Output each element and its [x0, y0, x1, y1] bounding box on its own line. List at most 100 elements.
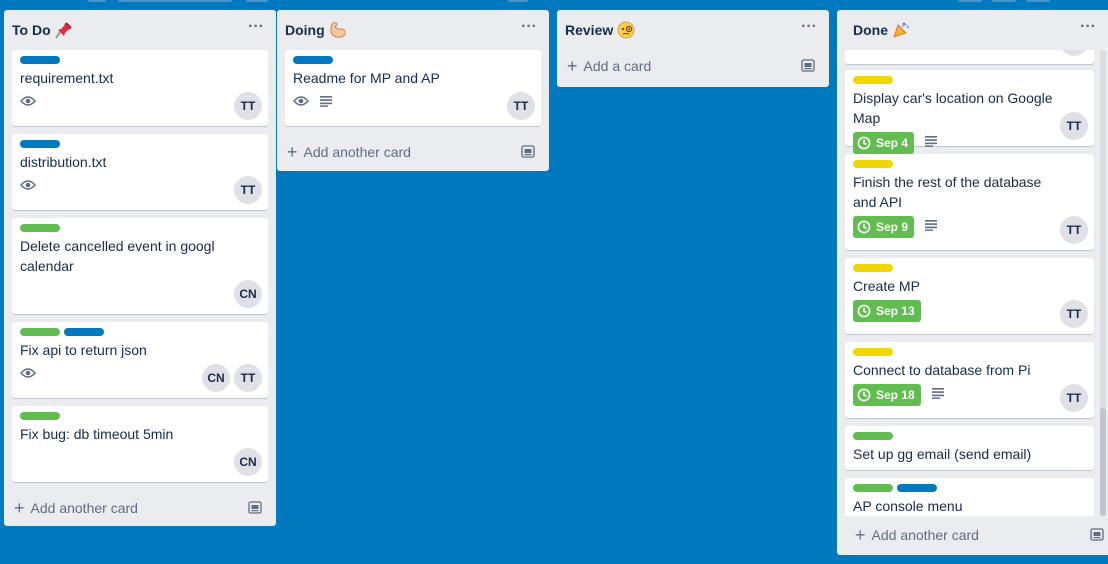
card-labels	[853, 348, 1086, 356]
label-yellow[interactable]	[853, 76, 893, 84]
description-icon	[924, 134, 938, 152]
avatar[interactable]: CN	[234, 280, 262, 308]
card[interactable]: Connect to database from Pi Sep 18 TT	[845, 342, 1094, 418]
card[interactable]: Fix bug: db timeout 5min CN	[12, 406, 268, 482]
card-title: Set up gg email (send email)	[853, 446, 1032, 462]
description-icon	[319, 94, 333, 112]
card-title: Finish the rest of the database and API	[853, 174, 1042, 210]
card-template-icon[interactable]	[248, 501, 262, 517]
avatar[interactable]: CN	[202, 364, 230, 392]
due-date-text: Sep 13	[876, 304, 915, 318]
clock-icon	[857, 304, 871, 318]
label-blue[interactable]	[897, 484, 937, 492]
card-list-scroll[interactable]: Display car's location on Google Map Sep…	[845, 50, 1094, 516]
list-done: Done ··· Display car's location on Googl…	[837, 10, 1108, 555]
card[interactable]: Fix api to return json CN TT	[12, 322, 268, 398]
label-blue[interactable]	[20, 56, 60, 64]
add-card-button[interactable]: + Add a card	[557, 50, 829, 82]
list-menu-button[interactable]: ···	[1080, 19, 1096, 35]
plus-icon: +	[855, 525, 866, 545]
list-title[interactable]: Doing	[285, 21, 347, 39]
list-menu-button[interactable]: ···	[248, 19, 264, 35]
list-title[interactable]: Done	[853, 21, 910, 39]
card[interactable]: requirement.txt TT	[12, 50, 268, 126]
avatar[interactable]: TT	[234, 92, 262, 120]
add-card-button[interactable]: + Add another card	[4, 490, 276, 526]
avatar[interactable]: TT	[1060, 300, 1088, 328]
card-template-icon[interactable]	[801, 59, 815, 75]
list-title-text: To Do	[12, 22, 51, 38]
card[interactable]: AP console menu	[845, 478, 1094, 516]
card-labels	[293, 56, 533, 64]
card-members: TT	[1060, 216, 1088, 244]
list-scrollbar[interactable]	[1100, 50, 1106, 516]
card-title: Create MP	[853, 278, 920, 294]
add-card-button[interactable]: + Add another card	[277, 134, 549, 170]
label-green[interactable]	[853, 484, 893, 492]
avatar[interactable]: TT	[1060, 216, 1088, 244]
eye-icon	[20, 94, 36, 112]
due-date-badge[interactable]: Sep 4	[853, 132, 915, 154]
list-menu-button[interactable]: ···	[521, 19, 537, 35]
add-card-label: Add another card	[871, 527, 979, 543]
scrollbar-thumb[interactable]	[1100, 408, 1106, 516]
label-green[interactable]	[20, 412, 60, 420]
card-labels	[20, 328, 260, 336]
label-blue[interactable]	[64, 328, 104, 336]
clock-icon	[857, 388, 871, 402]
card-badges	[20, 174, 260, 200]
label-yellow[interactable]	[853, 160, 893, 168]
card-badges	[20, 90, 260, 116]
card-badges: Sep 4	[853, 130, 1086, 156]
label-blue[interactable]	[293, 56, 333, 64]
card-members: TT	[507, 92, 535, 120]
avatar[interactable]: TT	[1060, 112, 1088, 140]
list-menu-button[interactable]: ···	[801, 19, 817, 35]
eye-icon	[20, 178, 36, 196]
due-date-badge[interactable]: Sep 18	[853, 384, 921, 406]
card[interactable]: Set up gg email (send email)	[845, 426, 1094, 470]
card[interactable]: Finish the rest of the database and API …	[845, 154, 1094, 250]
card-template-icon[interactable]	[521, 145, 535, 161]
list-title-text: Done	[853, 22, 888, 38]
card[interactable]: Delete cancelled event in googl calendar…	[12, 218, 268, 314]
avatar[interactable]: CN	[234, 448, 262, 476]
card-title: distribution.txt	[20, 154, 107, 170]
clock-icon	[857, 220, 871, 234]
due-date-text: Sep 9	[876, 220, 909, 234]
card-members: CN TT	[202, 364, 262, 392]
party-popper-icon	[892, 21, 910, 39]
card-members: TT	[234, 176, 262, 204]
label-green[interactable]	[20, 328, 60, 336]
label-blue[interactable]	[20, 140, 60, 148]
add-card-button[interactable]: + Add another card	[845, 518, 1108, 552]
avatar[interactable]: TT	[507, 92, 535, 120]
avatar[interactable]: TT	[1060, 384, 1088, 412]
card-title: AP console menu	[853, 498, 963, 514]
label-yellow[interactable]	[853, 348, 893, 356]
avatar[interactable]: TT	[234, 364, 262, 392]
due-date-badge[interactable]: Sep 13	[853, 300, 921, 322]
card[interactable]: distribution.txt TT	[12, 134, 268, 210]
label-green[interactable]	[853, 432, 893, 440]
avatar[interactable]: TT	[234, 176, 262, 204]
due-date-badge[interactable]: Sep 9	[853, 216, 915, 238]
list-title[interactable]: To Do	[12, 21, 73, 39]
card-labels	[853, 432, 1086, 440]
label-yellow[interactable]	[853, 264, 893, 272]
card[interactable]	[845, 50, 1094, 64]
card-template-icon[interactable]	[1090, 528, 1104, 544]
list-review: Review ··· + Add a card	[557, 10, 829, 87]
list-header: To Do ···	[4, 10, 276, 50]
list-header: Doing ···	[277, 10, 549, 50]
card[interactable]: Readme for MP and AP TT	[285, 50, 541, 126]
card-title: Fix bug: db timeout 5min	[20, 426, 174, 442]
card-labels	[20, 140, 260, 148]
list-todo: To Do ··· requirement.txt TT distributio…	[4, 10, 276, 526]
card-labels	[20, 56, 260, 64]
list-title[interactable]: Review	[565, 21, 635, 39]
card[interactable]: Create MP Sep 13 TT	[845, 258, 1094, 334]
list-title-text: Review	[565, 22, 614, 38]
card[interactable]: Display car's location on Google Map Sep…	[845, 70, 1094, 154]
label-green[interactable]	[20, 224, 60, 232]
